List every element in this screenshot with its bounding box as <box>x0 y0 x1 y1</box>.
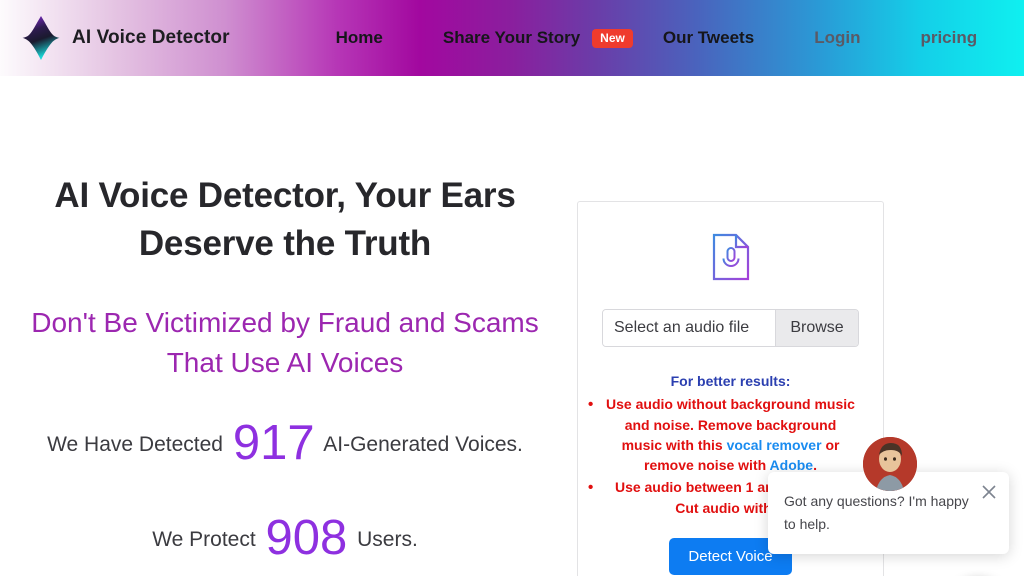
nav-item-share-your-story[interactable]: Share Your Story <box>413 28 610 48</box>
stat-protected: We Protect 908 Users. <box>0 510 570 565</box>
stat-detected-suffix: AI-Generated Voices. <box>323 432 523 456</box>
nav-item-home[interactable]: Home <box>306 28 413 48</box>
stat-protected-suffix: Users. <box>357 527 418 551</box>
nav-item-pricing[interactable]: pricing <box>890 28 1007 48</box>
agent-avatar <box>863 437 917 491</box>
tip1-period: . <box>813 457 817 474</box>
nav-item-login[interactable]: Login <box>784 28 890 48</box>
tip-item-1: Use audio without background music and n… <box>588 394 859 475</box>
instagram-link[interactable] <box>1007 28 1024 49</box>
hero-section: AI Voice Detector, Your Ears Deserve the… <box>0 76 570 563</box>
nav-group-share-your-story: Share Your Story New <box>413 28 633 48</box>
stat-protected-number: 908 <box>265 510 348 565</box>
page-title: AI Voice Detector, Your Ears Deserve the… <box>54 176 516 263</box>
adobe-link[interactable]: Adobe <box>770 457 814 473</box>
tips-title: For better results: <box>670 373 791 389</box>
chat-message: Got any questions? I'm happy to help. <box>784 493 969 533</box>
tip1-line4a: noise with <box>697 457 767 474</box>
browse-button[interactable]: Browse <box>775 310 858 346</box>
tip1-line3b: this <box>697 436 723 453</box>
stat-detected-number: 917 <box>232 415 315 470</box>
waveform-logo-icon <box>22 15 60 61</box>
close-icon[interactable] <box>981 484 997 500</box>
document-microphone-icon <box>710 233 752 285</box>
stat-protected-prefix: We Protect <box>152 527 256 551</box>
nav-links: Home Share Your Story New Our Tweets Log… <box>306 28 1024 49</box>
tip2-line1: Use audio between 1 <box>614 479 754 496</box>
stat-detected: We Have Detected 917 AI-Generated Voices… <box>0 415 570 470</box>
page-body: AI Voice Detector, Your Ears Deserve the… <box>0 76 1024 576</box>
top-navigation-bar: AI Voice Detector Home Share Your Story … <box>0 0 1024 76</box>
badge-new: New <box>592 28 633 48</box>
brand-logo-link[interactable]: AI Voice Detector <box>22 15 230 61</box>
tip1-line1: Use audio without background <box>606 396 811 413</box>
file-name-display[interactable]: Select an audio file <box>603 310 775 346</box>
tip2-line3a: Cut audio with <box>675 499 772 516</box>
file-input-row[interactable]: Select an audio file Browse <box>602 309 859 347</box>
stat-detected-prefix: We Have Detected <box>47 432 223 456</box>
hero-subheading: Don't Be Victimized by Fraud and Scams T… <box>31 307 539 378</box>
brand-name: AI Voice Detector <box>72 27 230 48</box>
nav-item-our-tweets[interactable]: Our Tweets <box>633 28 784 48</box>
vocal-remover-link[interactable]: vocal remover <box>727 437 822 453</box>
